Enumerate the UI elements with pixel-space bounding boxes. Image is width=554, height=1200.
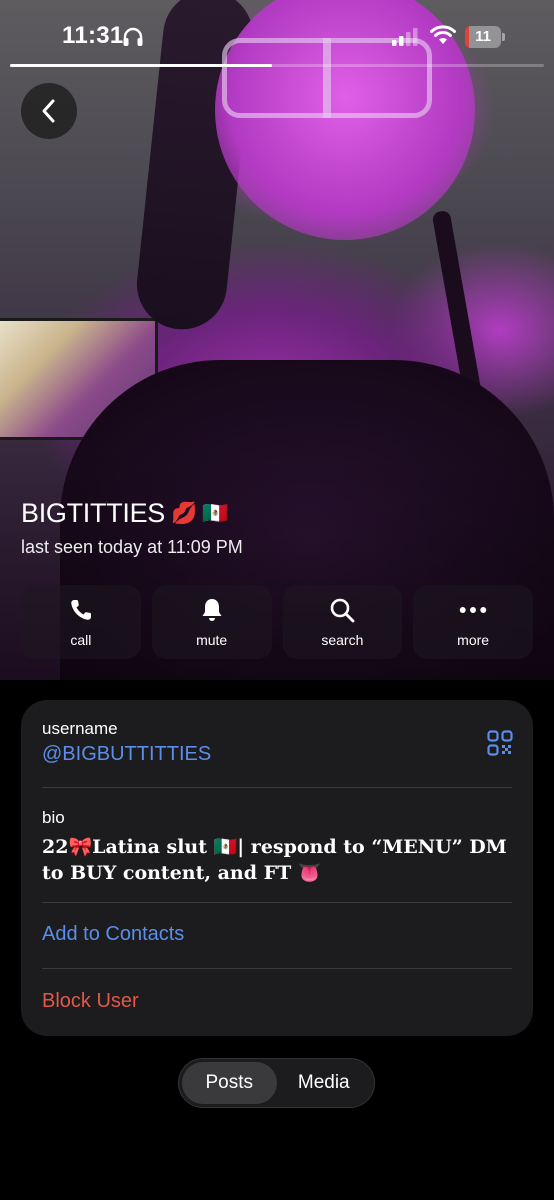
- posts-media-tabs: Posts Media: [178, 1058, 375, 1108]
- divider: [42, 968, 512, 969]
- status-time: 11:31: [62, 22, 124, 49]
- wifi-icon: [430, 25, 456, 44]
- more-button[interactable]: more: [413, 585, 533, 659]
- username-row[interactable]: username @BIGBUTTITTIES: [42, 719, 512, 766]
- block-user-row[interactable]: Block User: [42, 990, 512, 1013]
- profile-photo: [0, 0, 554, 680]
- search-label: search: [321, 632, 364, 648]
- phone-icon: [71, 600, 91, 620]
- profile-name-text: BIGTITTIES: [21, 498, 166, 528]
- search-button[interactable]: search: [282, 585, 403, 659]
- qr-code-icon[interactable]: [487, 730, 513, 756]
- battery-icon: 11: [465, 26, 505, 48]
- bio-row: bio 22🎀Latina slut 🇲🇽| respond to “MENU”…: [42, 808, 512, 886]
- add-to-contacts-button[interactable]: Add to Contacts: [42, 923, 512, 946]
- back-button[interactable]: [21, 83, 77, 139]
- bio-text: 22🎀Latina slut 🇲🇽| respond to “MENU” DM …: [42, 836, 507, 884]
- add-contact-row[interactable]: Add to Contacts: [42, 923, 512, 946]
- profile-name-emojis: 💋 🇲🇽: [171, 501, 229, 525]
- block-user-button[interactable]: Block User: [42, 990, 512, 1013]
- bio-label: bio: [42, 808, 65, 827]
- profile-name: BIGTITTIES 💋 🇲🇽: [21, 498, 229, 529]
- username-value[interactable]: @BIGBUTTITTIES: [42, 743, 512, 766]
- profile-info-card: username @BIGBUTTITTIES bio 22🎀Latina sl…: [21, 700, 533, 1036]
- search-icon: [331, 598, 355, 623]
- ellipsis-icon: [459, 607, 487, 613]
- username-label: username: [42, 719, 118, 738]
- mute-label: mute: [196, 632, 228, 648]
- chevron-left-icon: [42, 99, 55, 123]
- divider: [42, 902, 512, 903]
- tab-posts[interactable]: Posts: [182, 1062, 277, 1104]
- call-button[interactable]: call: [21, 585, 141, 659]
- headphones-icon: [123, 27, 143, 46]
- story-progress-track: [10, 64, 544, 67]
- status-bar: 11:31 11: [0, 0, 554, 70]
- battery-level: 11: [475, 28, 491, 45]
- story-progress-fill: [10, 64, 272, 67]
- tab-media[interactable]: Media: [277, 1062, 372, 1104]
- cellular-signal-icon: [392, 28, 418, 46]
- mute-button[interactable]: mute: [151, 585, 272, 659]
- call-label: call: [70, 632, 92, 648]
- action-bar: call mute search more: [21, 585, 533, 659]
- bell-icon: [202, 599, 222, 621]
- more-label: more: [457, 632, 490, 648]
- last-seen-status: last seen today at 11:09 PM: [21, 537, 243, 557]
- divider: [42, 787, 512, 788]
